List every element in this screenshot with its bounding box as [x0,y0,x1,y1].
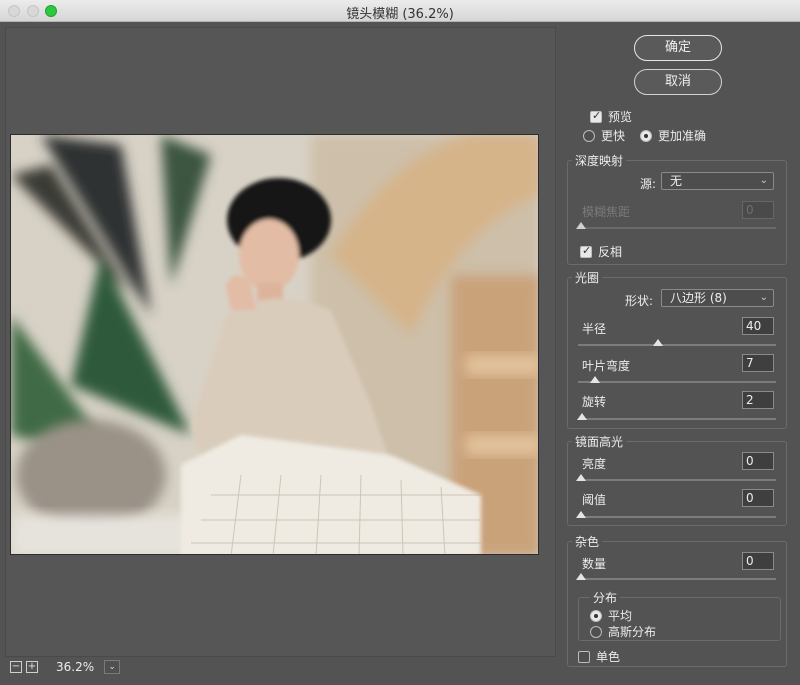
invert-checkbox-box[interactable] [580,244,592,258]
blur-focal-slider[interactable] [576,222,776,229]
specular-title: 镜面高光 [572,433,627,450]
window-title: 镜头模糊 (36.2%) [346,7,454,22]
source-select[interactable]: 无 ⌄ [661,172,774,190]
radio-more-accurate[interactable]: 更加准确 [640,127,706,144]
blade-curvature-input[interactable]: 7 [742,354,774,372]
preview-checkbox-box[interactable] [590,109,602,123]
blade-curvature-label: 叶片弯度 [582,359,631,373]
monochromatic-label: 单色 [596,650,621,664]
more-accurate-radio[interactable] [640,129,652,142]
blur-focal-label: 模糊焦距 [582,205,631,219]
rotation-slider[interactable] [577,413,776,420]
rotation-thumb[interactable] [577,413,587,420]
zoom-out-button[interactable]: − [10,661,22,673]
invert-label: 反相 [598,245,623,259]
threshold-label: 阈值 [582,493,607,507]
source-label: 源: [640,177,657,191]
amount-label: 数量 [582,557,607,571]
ok-button[interactable]: 确定 [634,35,722,61]
monochromatic-checkbox-box[interactable] [578,650,590,663]
invert-checkbox[interactable]: 反相 [580,243,622,260]
depth-map-title: 深度映射 [572,152,627,169]
threshold-slider[interactable] [576,511,776,518]
gaussian-radio[interactable] [590,625,602,638]
gaussian-label: 高斯分布 [608,625,657,639]
shape-select[interactable]: 八边形 (8) ⌄ [661,289,774,307]
blur-focal-thumb[interactable] [576,222,586,229]
noise-title: 杂色 [572,533,603,550]
brightness-slider[interactable] [576,474,776,481]
iris-title: 光圈 [572,269,603,286]
title-bar: 镜头模糊 (36.2%) [0,0,800,22]
shape-label: 形状: [625,294,654,308]
amount-input[interactable]: 0 [742,552,774,570]
more-accurate-label: 更加准确 [658,129,707,143]
threshold-thumb[interactable] [576,511,586,518]
chevron-down-icon: ⌄ [759,175,768,186]
radio-uniform[interactable]: 平均 [590,607,632,624]
shape-value: 八边形 (8) [670,291,727,305]
zoom-bar: − + 36.2% ⌄ [10,659,121,675]
blade-curvature-slider[interactable] [578,376,776,383]
radius-label: 半径 [582,322,607,336]
distribution-title: 分布 [590,589,621,606]
radio-faster[interactable]: 更快 [583,127,625,144]
zoom-dropdown[interactable]: ⌄ [104,660,121,674]
radius-thumb[interactable] [653,339,663,346]
amount-thumb[interactable] [576,573,586,580]
brightness-label: 亮度 [582,457,607,471]
zoom-in-button[interactable]: + [26,661,38,673]
uniform-label: 平均 [608,609,633,623]
rotation-input[interactable]: 2 [742,391,774,409]
brightness-thumb[interactable] [576,474,586,481]
preview-checkbox[interactable]: 预览 [590,108,632,125]
zoom-level: 36.2% [56,660,95,674]
source-value: 无 [670,174,683,188]
faster-radio[interactable] [583,129,595,142]
radius-slider[interactable] [578,339,776,346]
amount-slider[interactable] [576,573,776,580]
threshold-input[interactable]: 0 [742,489,774,507]
preview-image[interactable] [10,134,539,555]
rotation-label: 旋转 [582,395,607,409]
faster-label: 更快 [601,129,626,143]
chevron-down-icon: ⌄ [759,292,768,303]
radio-gaussian[interactable]: 高斯分布 [590,623,656,640]
monochromatic-checkbox[interactable]: 单色 [578,648,620,665]
cancel-button[interactable]: 取消 [634,69,722,95]
radius-input[interactable]: 40 [742,317,774,335]
preview-label: 预览 [608,110,633,124]
blade-curvature-thumb[interactable] [590,376,600,383]
brightness-input[interactable]: 0 [742,452,774,470]
blur-focal-input[interactable]: 0 [742,201,774,219]
uniform-radio[interactable] [590,609,602,622]
